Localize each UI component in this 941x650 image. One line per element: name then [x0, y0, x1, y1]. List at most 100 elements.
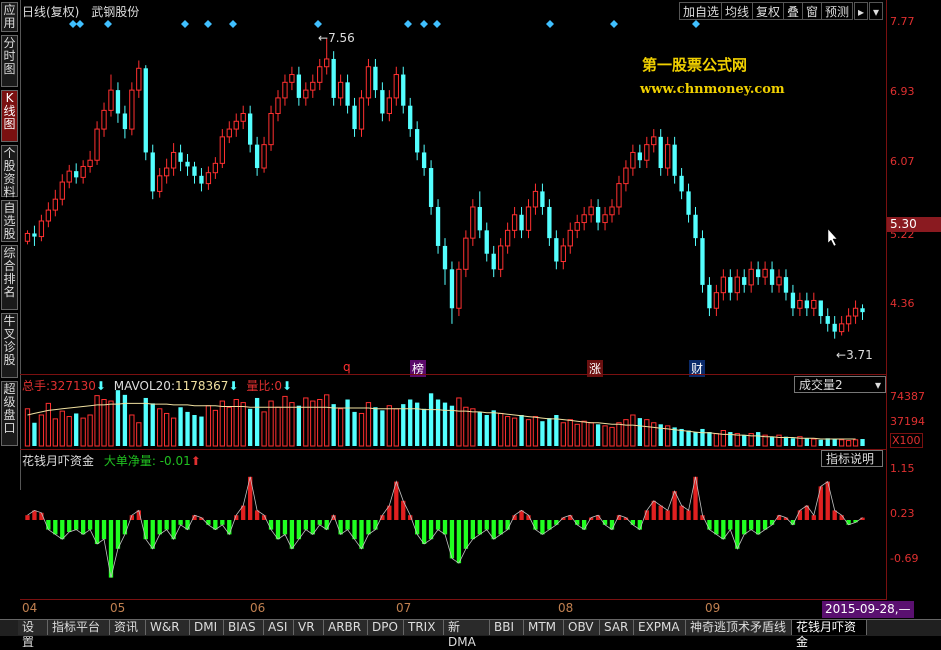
volume-bar [275, 406, 281, 447]
volume-bar [442, 402, 448, 446]
indicator-tab[interactable]: BIAS [224, 620, 264, 635]
volume-bar [358, 412, 365, 447]
down-arrow-icon: ⬇ [95, 379, 106, 393]
period-label[interactable]: 日线(复权) [22, 5, 79, 19]
left-tab-1[interactable]: 分时图 [1, 35, 18, 87]
indicator-tab[interactable]: 神奇逃顶术矛盾线 [686, 620, 792, 635]
candle-body [282, 81, 288, 99]
indicator-tab[interactable]: DPO [368, 620, 404, 635]
candle-body [337, 81, 344, 99]
candle-body [540, 191, 545, 207]
explain-button[interactable]: 指标说明 [821, 450, 883, 467]
window-button[interactable]: 窗 [802, 2, 823, 20]
x-tick: 07 [396, 601, 412, 615]
indicator-select[interactable]: 成交量2 ▾ [794, 376, 886, 393]
volume-bar [38, 414, 45, 447]
volume-bar [700, 428, 705, 446]
money-flow-bar [665, 510, 670, 520]
money-flow-bar [658, 505, 663, 520]
money-flow-bar [143, 520, 148, 540]
left-tab-6[interactable]: 牛叉诊股 [1, 313, 18, 378]
left-tab-0[interactable]: 应用 [1, 2, 18, 32]
money-flow-bar [359, 520, 364, 549]
volume-pane [24, 390, 865, 447]
volume-unit: X100 [890, 433, 923, 448]
volume-bar [818, 439, 823, 446]
candle-body [170, 151, 177, 169]
candle-body [456, 268, 462, 309]
candle-body [525, 206, 532, 231]
indicator-tab[interactable]: OBV [564, 620, 600, 635]
indicator-tab[interactable]: MTM [524, 620, 564, 635]
left-tab-3[interactable]: 个股资料 [1, 145, 18, 199]
left-tab-5[interactable]: 综合排名 [1, 245, 18, 310]
candle-body [212, 162, 219, 174]
add-watch-button[interactable]: 加自选 [679, 2, 724, 20]
indicator-name: 花钱月吓资金 [22, 454, 95, 468]
volume-bar [331, 404, 336, 446]
volume-bar [337, 408, 344, 447]
kline-chart[interactable] [0, 0, 941, 635]
event-marker[interactable]: q [343, 360, 351, 374]
candle-body [386, 97, 392, 114]
candle-body [574, 222, 580, 231]
volume-bar [504, 416, 511, 447]
indicator-tab[interactable]: W&R [146, 620, 190, 635]
left-tab-2[interactable]: K线图 [1, 90, 18, 142]
indicator-tab[interactable]: 指标平台 [48, 620, 110, 635]
candle-body [358, 97, 365, 130]
indicator-tab[interactable]: VR [294, 620, 324, 635]
menu-icon[interactable]: ▾ [869, 2, 884, 20]
candle-body [24, 232, 31, 242]
volume-bar [87, 414, 93, 447]
candle-body [658, 136, 663, 169]
x-tick: 04 [22, 601, 38, 615]
indicator-tab[interactable]: TRIX [404, 620, 444, 635]
candle-body [38, 220, 45, 238]
volume-bar [852, 439, 859, 447]
total-value: 327130 [50, 379, 96, 393]
money-flow-bar [421, 520, 427, 544]
indicator-tab[interactable]: BBI [490, 620, 524, 635]
volume-bar [101, 399, 107, 447]
candle-body [247, 113, 253, 145]
indicator-tab[interactable]: ARBR [324, 620, 368, 635]
money-flow-bar [435, 520, 441, 530]
candle-body [136, 67, 142, 91]
forecast-button[interactable]: 预测 [821, 2, 854, 20]
money-flow-bar [728, 520, 733, 530]
overlay-button[interactable]: 叠 [783, 2, 804, 20]
money-flow-bar [60, 520, 65, 540]
indicator-tab[interactable]: DMI [190, 620, 224, 635]
indicator-tab[interactable]: EXPMA [634, 620, 686, 635]
left-tab-4[interactable]: 自选股 [1, 200, 18, 242]
candle-body [254, 144, 260, 169]
event-diamond-icon [204, 20, 212, 28]
candle-body [52, 198, 58, 211]
volume-bar [484, 415, 489, 446]
candle-body [59, 181, 65, 200]
adjust-button[interactable]: 复权 [752, 2, 785, 20]
money-flow-bar [714, 520, 719, 535]
candle-body [268, 112, 274, 146]
volume-bar [289, 402, 295, 447]
volume-bar [860, 439, 865, 446]
volume-bar [567, 419, 573, 447]
indicator-tab[interactable]: 花钱月吓资金 [792, 620, 867, 649]
volume-bar [421, 408, 427, 446]
volume-bar [240, 402, 246, 447]
candle-body [707, 284, 712, 309]
candle-body [352, 105, 357, 130]
indicator-tab[interactable]: ASI [264, 620, 294, 635]
volume-bar [365, 402, 372, 447]
stock-name: 武钢股份 [91, 5, 140, 19]
indicator-tab[interactable]: SAR [600, 620, 634, 635]
indicator-tab[interactable]: 设置 [18, 620, 48, 649]
candle-body [602, 214, 608, 224]
indicator-tab[interactable]: 新DMA [444, 620, 490, 649]
indicator-tab[interactable]: 资讯 [110, 620, 146, 635]
left-tab-7[interactable]: 超级盘口 [1, 381, 18, 446]
ma-line-button[interactable]: 均线 [721, 2, 754, 20]
candle-body [380, 90, 385, 114]
more-icon[interactable]: ▸ [854, 2, 869, 20]
